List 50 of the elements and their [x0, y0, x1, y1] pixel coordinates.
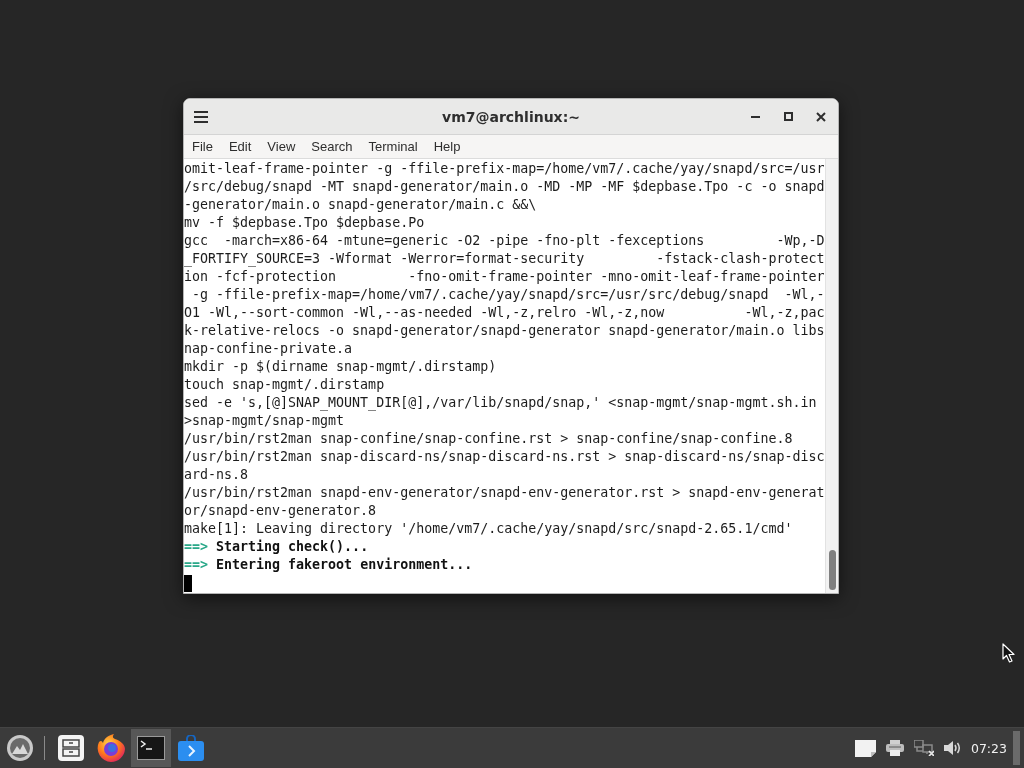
terminal-line: or/snapd-env-generator.8 [184, 502, 377, 520]
menu-item[interactable]: Search [303, 136, 361, 157]
menu-item[interactable]: Edit [220, 136, 260, 157]
terminal-line: /usr/bin/rst2man snap-confine/snap-confine.rst > snap-confine/snap-confine.8 [184, 430, 793, 448]
terminal-line: gcc -march=x86-64 -mtune=generic -O2 -pipe -fno-plt -fexceptions -Wp,-D [184, 232, 825, 250]
printer-icon [885, 740, 904, 756]
menu-item[interactable]: Terminal [360, 136, 426, 157]
speaker-volume-icon [943, 740, 962, 756]
window-title: vm7@archlinux:~ [442, 108, 580, 125]
terminal-line: k-relative-relocs -o snapd-generator/snapd-generator snapd-generator/main.o libs [184, 322, 825, 340]
terminal-line: touch snap-mgmt/.dirstamp [184, 376, 385, 394]
network-disconnected-icon [913, 740, 934, 756]
mountain-logo-icon [7, 735, 33, 761]
terminal-line: _FORTIFY_SOURCE=3 -Wformat -Werror=format-security -fstack-clash-protect [184, 250, 825, 268]
sticky-note-icon [854, 739, 876, 757]
menu-item[interactable]: Help [425, 136, 469, 157]
terminal-line: /src/debug/snapd -MT snapd-generator/main.o -MD -MP -MF $depbase.Tpo -c -o snapd [184, 178, 825, 196]
clock-time[interactable]: 07:23 [970, 740, 1007, 756]
terminal-line: make[1]: Leaving directory '/home/vm7/.cache/yay/snapd/src/snapd-2.65.1/cmd' [184, 520, 793, 538]
shopping-bag-icon [178, 735, 204, 761]
mouse-pointer-icon [1002, 643, 1015, 663]
terminal-line: mkdir -p $(dirname snap-mgmt/.dirstamp) [184, 358, 497, 376]
menu-item[interactable]: View [259, 136, 304, 157]
terminal-line: -g -ffile-prefix-map=/home/vm7/.cache/yay/snapd/src=/usr/src/debug/snapd -Wl,- [191, 286, 825, 304]
status-arrow: ==> [184, 538, 209, 556]
terminal-line: /usr/bin/rst2man snap-discard-ns/snap-discard-ns.rst > snap-discard-ns/snap-disc [184, 448, 825, 466]
menu-item[interactable]: File [184, 136, 221, 157]
minimize-icon [750, 115, 760, 118]
terminal-line: ard-ns.8 [184, 466, 249, 484]
maximize-icon [783, 112, 793, 121]
terminal-prompt-icon [137, 736, 165, 760]
terminal-line: -generator/main.o snapd-generator/main.c &&\ [184, 196, 537, 214]
terminal-line: nap-confine-private.a [184, 340, 353, 358]
terminal-line: ion -fcf-protection -fno-omit-frame-pointer -mno-omit-leaf-frame-pointer [184, 268, 825, 286]
terminal-line: /usr/bin/rst2man snapd-env-generator/snapd-env-generator.rst > snapd-env-generat [184, 484, 825, 502]
terminal-line: >snap-mgmt/snap-mgmt [184, 412, 345, 430]
file-cabinet-icon [58, 735, 84, 761]
flame-globe-icon [97, 734, 125, 762]
scrollbar-thumb[interactable] [828, 550, 836, 590]
status-message: Starting check()... [216, 538, 369, 556]
terminal-line: omit-leaf-frame-pointer -g -ffile-prefix-map=/home/vm7/.cache/yay/snapd/src=/usr [184, 160, 825, 178]
status-message: Entering fakeroot environment... [216, 556, 473, 574]
status-arrow: ==> [184, 556, 209, 574]
terminal-line: O1 -Wl,--sort-common -Wl,--as-needed -Wl,-z,relro -Wl,-z,now -Wl,-z,pac [184, 304, 825, 322]
menu-icon [194, 110, 208, 123]
taskbar-app-button[interactable] [131, 729, 171, 767]
terminal-line: sed -e 's,[@]SNAP_MOUNT_DIR[@],/var/lib/snapd/snap,' <snap-mgmt/snap-mgmt.sh.in [184, 394, 817, 412]
terminal-line: mv -f $depbase.Tpo $depbase.Po [184, 214, 425, 232]
text-cursor [184, 574, 192, 592]
close-icon [816, 111, 826, 122]
